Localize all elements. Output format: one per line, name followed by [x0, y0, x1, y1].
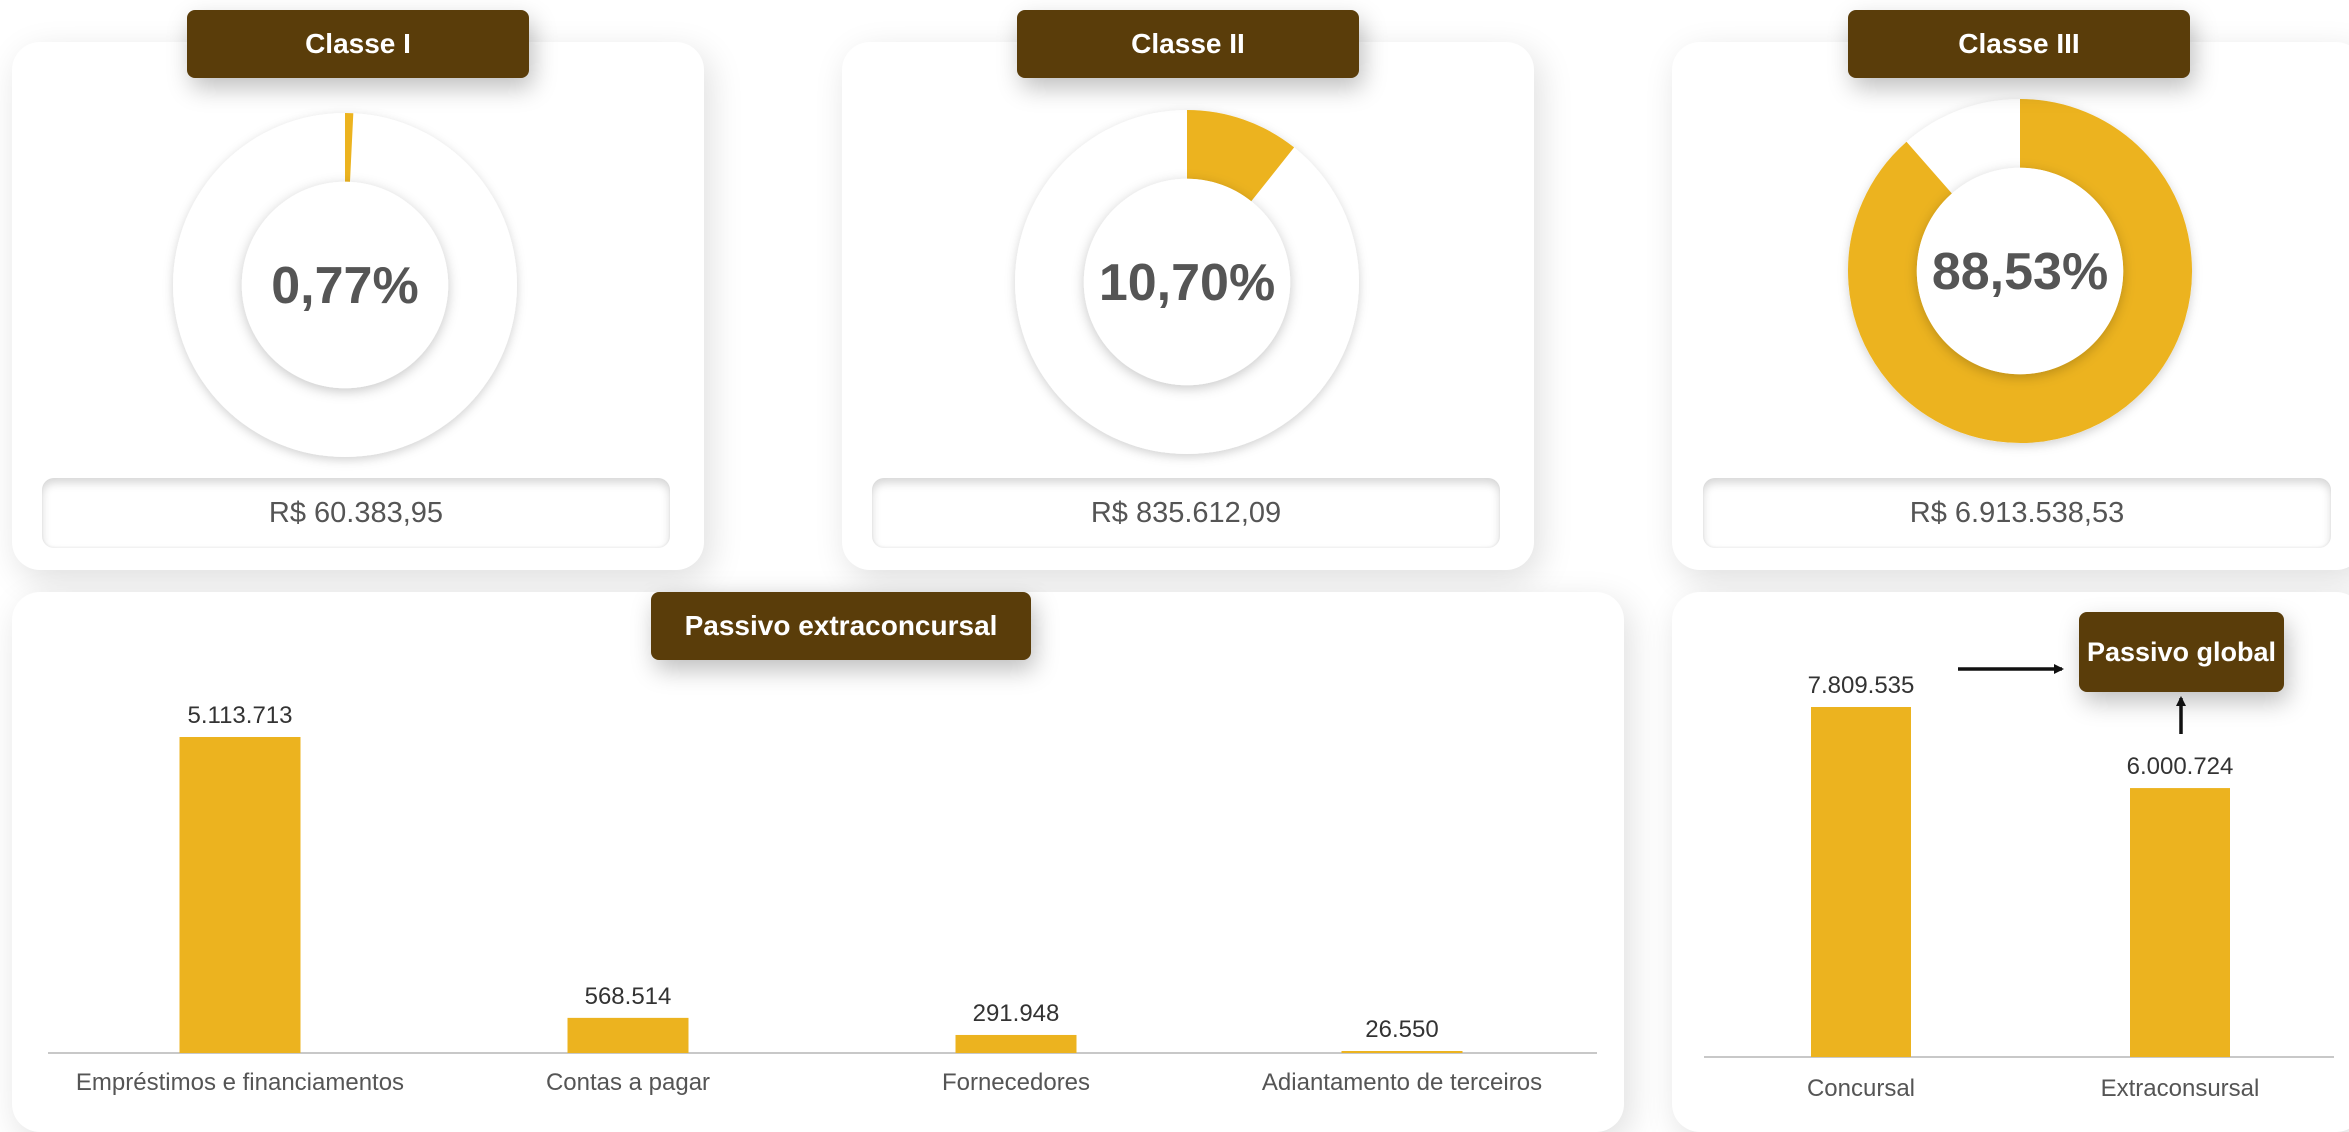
classe-iii-title: Classe III: [1848, 10, 2190, 78]
bar: [1342, 1051, 1463, 1053]
bar: [956, 1035, 1077, 1053]
bar-value-label: 568.514: [585, 983, 672, 1010]
donut-percent-label: 88,53%: [1932, 243, 2108, 301]
bar-value-label: 5.113.713: [188, 702, 293, 729]
bar-value-label: 291.948: [973, 1000, 1060, 1027]
bar-value-label: 26.550: [1365, 1016, 1438, 1043]
bar: [1811, 707, 1911, 1057]
classe-ii-amount: R$ 835.612,09: [872, 478, 1500, 548]
bar-value-label: 7.809.535: [1808, 672, 1915, 699]
bar-value-label: 6.000.724: [2127, 753, 2234, 780]
classe-ii-title: Classe II: [1017, 10, 1359, 78]
category-label: Fornecedores: [942, 1069, 1090, 1096]
category-label: Concursal: [1807, 1075, 1915, 1102]
classe-i-amount: R$ 60.383,95: [42, 478, 670, 548]
bar: [2130, 788, 2230, 1057]
extra-bar-chart: 5.113.713 Empréstimos e financiamentos 568…: [12, 592, 1624, 1114]
category-label: Adiantamento de terceiros: [1262, 1069, 1542, 1096]
bar: [180, 737, 301, 1053]
category-label: Empréstimos e financiamentos: [76, 1069, 404, 1096]
classe-iii-amount: R$ 6.913.538,53: [1703, 478, 2331, 548]
category-label: Contas a pagar: [546, 1069, 710, 1096]
classe-i-title: Classe I: [187, 10, 529, 78]
category-label: Extraconsursal: [2101, 1075, 2260, 1102]
bar: [568, 1018, 689, 1053]
global-title: Passivo global: [2079, 612, 2284, 692]
extra-title: Passivo extraconcursal: [651, 592, 1031, 660]
